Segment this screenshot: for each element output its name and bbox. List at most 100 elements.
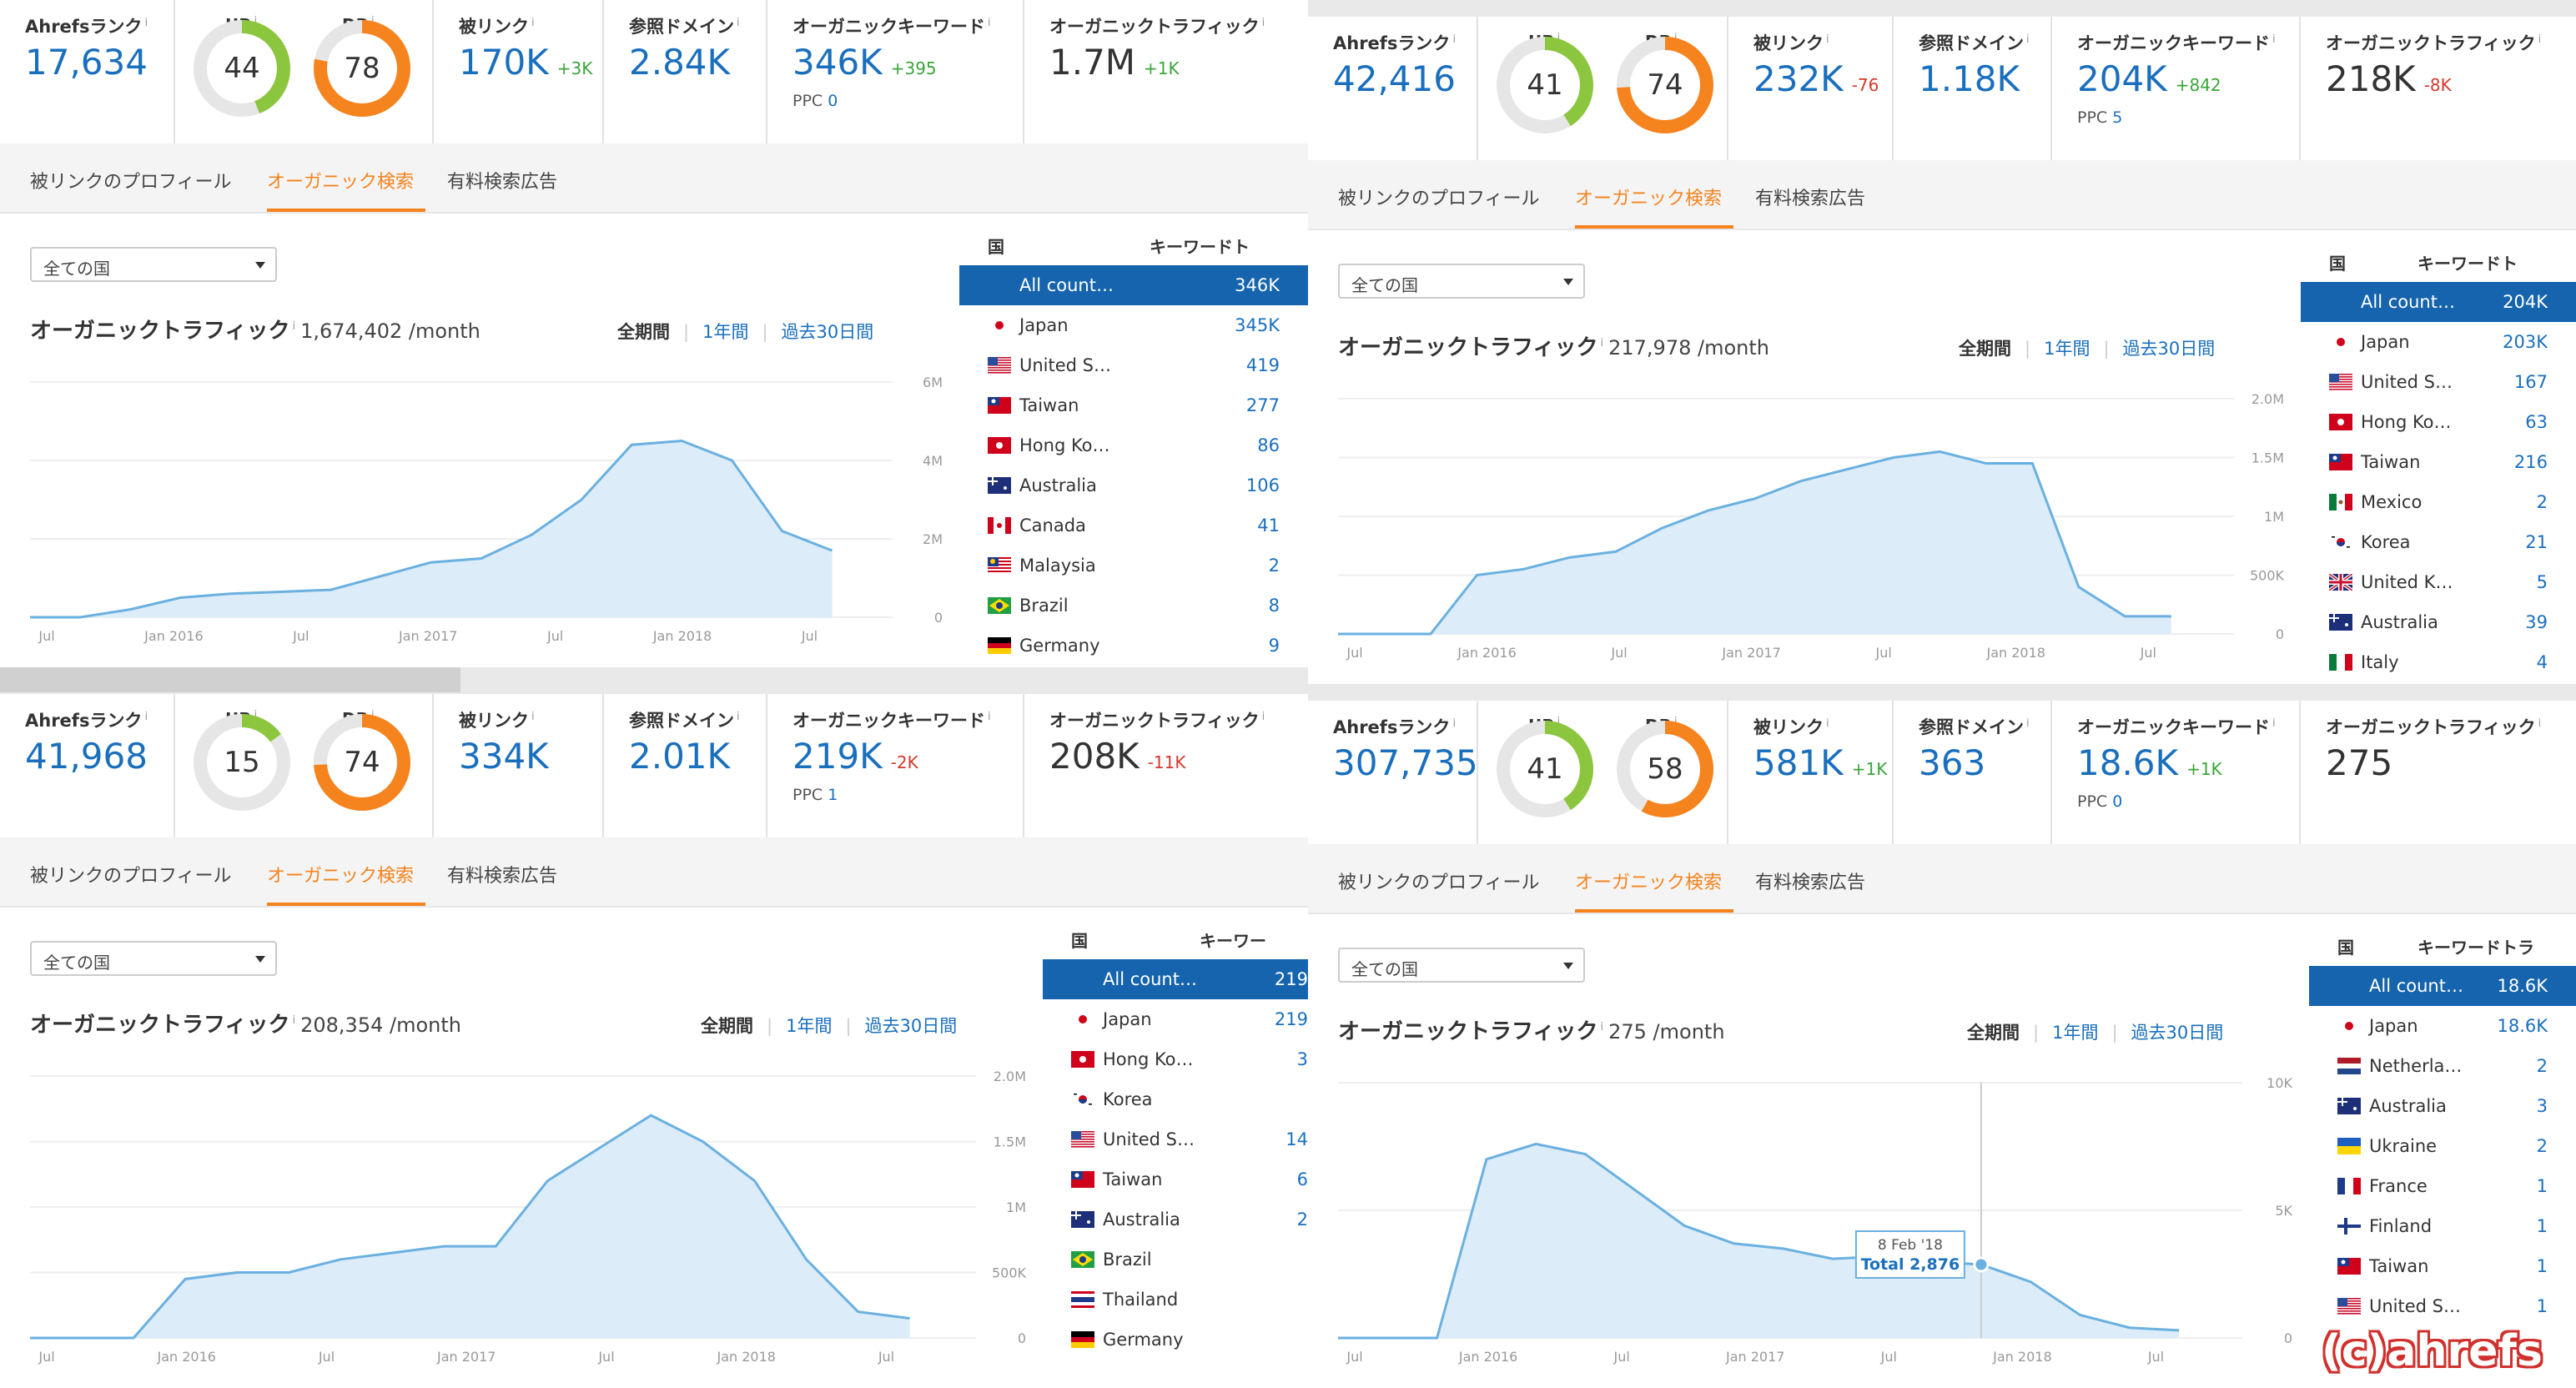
country-row[interactable]: Germany 9: [959, 626, 1308, 666]
tab-backlink-profile[interactable]: 被リンクのプロフィール: [1338, 184, 1540, 210]
info-icon[interactable]: i: [2538, 717, 2542, 730]
country-row[interactable]: Japan 18.6K: [2309, 1006, 2576, 1046]
range-30-days[interactable]: 過去30日間: [782, 322, 874, 342]
info-icon[interactable]: i: [2538, 33, 2542, 46]
ur-dr-metric: UR i 41 DR i 58: [1478, 701, 1728, 844]
country-row[interactable]: Italy 4: [2301, 642, 2576, 682]
tab-backlink-profile[interactable]: 被リンクのプロフィール: [30, 861, 232, 888]
range-1-year[interactable]: 1年間: [702, 322, 748, 342]
traffic-chart: 2.0M 1.5M 1M 500K 0 Jul Jan 2016 Jul Jan 2017 Jul…: [30, 1069, 1027, 1365]
country-row[interactable]: Thailand: [1043, 1280, 1308, 1320]
info-icon[interactable]: i: [144, 17, 148, 29]
country-select[interactable]: 全ての国: [30, 941, 277, 976]
range-all-time[interactable]: 全期間: [1959, 339, 2011, 359]
info-icon[interactable]: i: [1262, 17, 1265, 29]
country-row[interactable]: Australia 3: [2309, 1086, 2576, 1126]
country-row[interactable]: Korea: [1043, 1079, 1308, 1119]
country-row[interactable]: Japan 219: [1043, 999, 1308, 1039]
country-row[interactable]: Finland 1: [2309, 1206, 2576, 1246]
info-icon[interactable]: i: [144, 711, 148, 723]
info-icon[interactable]: i: [1452, 717, 1456, 730]
country-row[interactable]: All count… 204K: [2301, 282, 2576, 322]
tab-organic-search[interactable]: オーガニック検索: [1575, 184, 1722, 210]
country-row[interactable]: Taiwan 6: [1043, 1159, 1308, 1199]
country-select[interactable]: 全ての国: [1338, 948, 1585, 983]
country-row[interactable]: France 1: [2309, 1166, 2576, 1206]
country-row[interactable]: All count… 346K: [959, 265, 1308, 305]
info-icon[interactable]: i: [1262, 711, 1265, 723]
country-row[interactable]: Brazil: [1043, 1240, 1308, 1280]
info-icon[interactable]: i: [2272, 717, 2276, 730]
range-1-year[interactable]: 1年間: [786, 1016, 832, 1036]
info-icon[interactable]: i: [292, 1014, 295, 1027]
range-30-days[interactable]: 過去30日間: [2131, 1023, 2224, 1043]
range-30-days[interactable]: 過去30日間: [865, 1016, 958, 1036]
range-all-time[interactable]: 全期間: [1967, 1023, 2020, 1043]
country-row[interactable]: Japan 345K: [959, 305, 1308, 345]
country-select[interactable]: 全ての国: [30, 247, 277, 282]
country-row[interactable]: Taiwan 216: [2301, 442, 2576, 482]
range-30-days[interactable]: 過去30日間: [2123, 339, 2216, 359]
country-row[interactable]: All count… 219: [1043, 959, 1308, 999]
country-row[interactable]: Germany: [1043, 1320, 1308, 1360]
country-row[interactable]: United S… 167: [2301, 362, 2576, 402]
country-row[interactable]: Korea 21: [2301, 522, 2576, 562]
country-row[interactable]: All count… 18.6K: [2309, 966, 2576, 1006]
info-icon[interactable]: i: [531, 711, 535, 723]
info-icon[interactable]: i: [2026, 33, 2030, 46]
range-1-year[interactable]: 1年間: [2044, 339, 2090, 359]
country-row[interactable]: Brazil 8: [959, 586, 1308, 626]
tab-paid-search[interactable]: 有料検索広告: [447, 167, 557, 194]
info-icon[interactable]: i: [531, 17, 535, 29]
tab-organic-search[interactable]: オーガニック検索: [1575, 868, 1722, 894]
country-row[interactable]: United S… 419: [959, 345, 1308, 385]
separator: |: [2103, 339, 2110, 359]
country-row[interactable]: Australia 106: [959, 465, 1308, 505]
info-icon[interactable]: i: [737, 17, 740, 29]
range-all-time[interactable]: 全期間: [617, 322, 670, 342]
chart-title: オーガニックトラフィック i 217,978 /month: [1338, 335, 1769, 360]
tab-paid-search[interactable]: 有料検索広告: [1755, 868, 1865, 894]
info-icon[interactable]: i: [2026, 717, 2030, 730]
country-select[interactable]: 全ての国: [1338, 264, 1585, 299]
horizontal-scrollbar[interactable]: [0, 667, 460, 692]
info-icon[interactable]: i: [2272, 33, 2276, 46]
country-row[interactable]: Hong Ko… 3: [1043, 1039, 1308, 1079]
info-icon[interactable]: i: [1600, 337, 1603, 350]
country-table: 国 キーワー All count… 219 Japan 219 Hong Ko… 3 Korea…: [1043, 909, 1308, 1388]
country-row[interactable]: Taiwan 277: [959, 385, 1308, 425]
tab-paid-search[interactable]: 有料検索広告: [1755, 184, 1865, 210]
tab-backlink-profile[interactable]: 被リンクのプロフィール: [1338, 868, 1540, 894]
country-row[interactable]: United K… 5: [2301, 562, 2576, 602]
country-row[interactable]: Ukraine 2: [2309, 1126, 2576, 1166]
info-icon[interactable]: i: [292, 320, 295, 333]
country-row[interactable]: Australia 2: [1043, 1199, 1308, 1240]
tab-organic-search[interactable]: オーガニック検索: [267, 861, 414, 888]
info-icon[interactable]: i: [1452, 33, 1456, 46]
range-all-time[interactable]: 全期間: [701, 1016, 753, 1036]
info-icon[interactable]: i: [988, 711, 991, 723]
tab-paid-search[interactable]: 有料検索広告: [447, 861, 557, 888]
country-row[interactable]: Hong Ko… 86: [959, 425, 1308, 465]
range-1-year[interactable]: 1年間: [2052, 1023, 2098, 1043]
info-icon[interactable]: i: [1826, 717, 1829, 730]
info-icon[interactable]: i: [737, 711, 740, 723]
metric-label: オーガニックキーワード i: [2077, 30, 2276, 55]
country-row[interactable]: United S… 1: [2309, 1286, 2576, 1326]
country-keywords: 4: [2536, 652, 2548, 672]
country-row[interactable]: Hong Ko… 63: [2301, 402, 2576, 442]
info-icon[interactable]: i: [1600, 1021, 1603, 1033]
country-row[interactable]: Malaysia 2: [959, 546, 1308, 586]
country-row[interactable]: Japan 203K: [2301, 322, 2576, 362]
country-row[interactable]: Australia 39: [2301, 602, 2576, 642]
country-row[interactable]: Mexico 2: [2301, 482, 2576, 522]
hover-point[interactable]: [1973, 1256, 1990, 1273]
info-icon[interactable]: i: [1826, 33, 1829, 46]
info-icon[interactable]: i: [988, 17, 991, 29]
tab-organic-search[interactable]: オーガニック検索: [267, 167, 414, 194]
country-row[interactable]: Canada 41: [959, 505, 1308, 546]
country-row[interactable]: United S… 14: [1043, 1119, 1308, 1159]
country-row[interactable]: Netherla… 2: [2309, 1046, 2576, 1086]
tab-backlink-profile[interactable]: 被リンクのプロフィール: [30, 167, 232, 194]
country-row[interactable]: Taiwan 1: [2309, 1246, 2576, 1286]
